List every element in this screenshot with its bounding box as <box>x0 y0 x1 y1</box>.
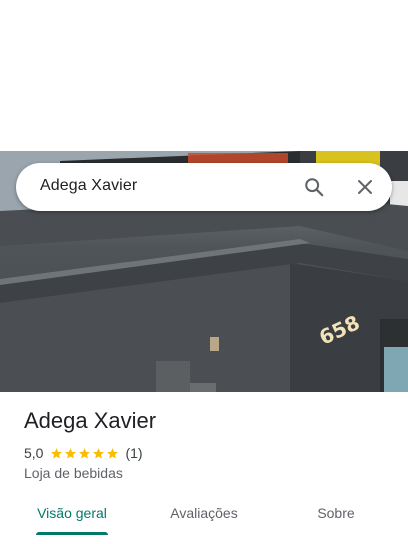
active-tab-indicator <box>36 532 108 535</box>
rating-value: 5,0 <box>24 445 44 461</box>
search-input[interactable]: Adega Xavier <box>40 177 137 195</box>
tab-about[interactable]: Sobre <box>284 490 388 536</box>
star-icon <box>65 447 77 459</box>
place-name: Adega Xavier <box>24 408 157 433</box>
close-icon <box>358 180 372 194</box>
rating-row[interactable]: 5,0 (1) <box>24 444 143 462</box>
search-icon <box>305 178 324 197</box>
clear-search-button[interactable] <box>351 173 379 201</box>
tab-reviews-label: Avaliações <box>170 505 238 521</box>
search-bar[interactable]: Adega Xavier <box>16 163 392 211</box>
star-icon <box>107 447 119 459</box>
star-icon <box>79 447 91 459</box>
star-icon <box>51 447 63 459</box>
tab-overview-label: Visão geral <box>37 505 107 521</box>
rating-stars <box>50 447 120 460</box>
star-icon <box>93 447 105 459</box>
tab-overview[interactable]: Visão geral <box>20 490 124 536</box>
place-category[interactable]: Loja de bebidas <box>24 465 123 481</box>
tab-reviews[interactable]: Avaliações <box>152 490 256 536</box>
review-count[interactable]: (1) <box>125 445 142 461</box>
place-tabs: Visão geral Avaliações Sobre <box>0 490 408 544</box>
search-button[interactable] <box>300 173 328 201</box>
tab-about-label: Sobre <box>317 505 355 521</box>
